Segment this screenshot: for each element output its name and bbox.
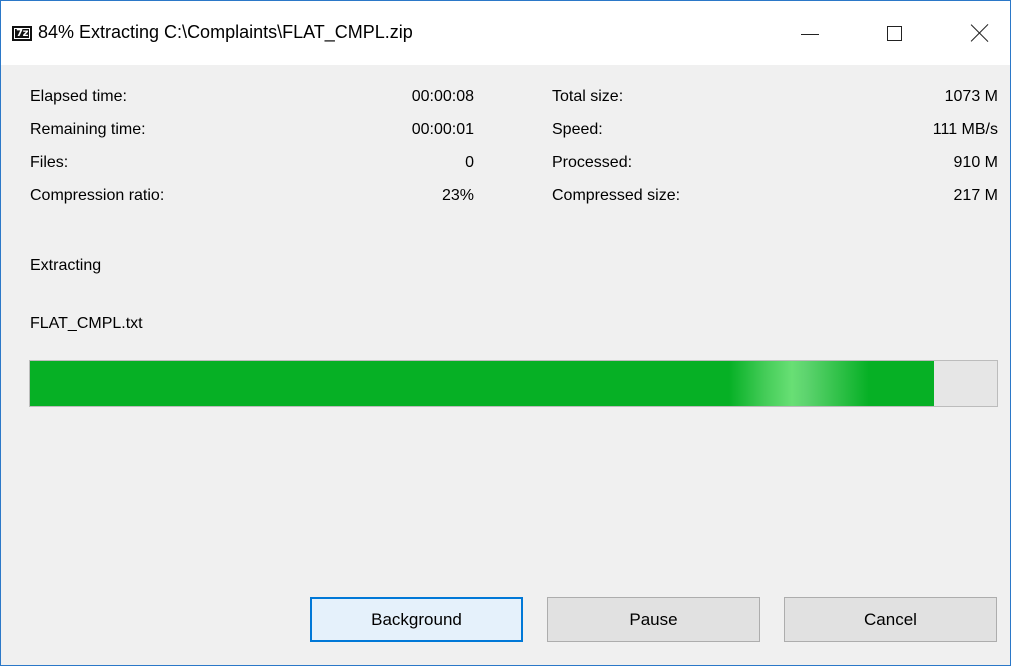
files-label: Files: (30, 154, 69, 171)
minimize-button[interactable] (781, 1, 839, 65)
elapsed-time-value: 00:00:08 (411, 88, 474, 105)
maximize-icon (886, 25, 902, 41)
speed-label: Speed: (552, 121, 603, 138)
operation-status: Extracting (30, 257, 102, 274)
progress-bar-shine (729, 361, 870, 406)
window-title: 84% Extracting C:\Complaints\FLAT_CMPL.z… (38, 22, 413, 42)
files-value: 0 (465, 154, 474, 171)
current-file-name: FLAT_CMPL.txt (30, 315, 143, 332)
close-icon (970, 23, 990, 43)
remaining-time-value: 00:00:01 (411, 121, 474, 138)
background-button[interactable]: Background (310, 597, 523, 642)
compressed-size-label: Compressed size: (552, 187, 681, 204)
total-size-value: 1073 M (944, 88, 998, 105)
total-size-label: Total size: (552, 88, 624, 105)
progress-bar (29, 360, 998, 407)
compressed-size-value: 217 M (953, 187, 998, 204)
cancel-button[interactable]: Cancel (784, 597, 997, 642)
processed-label: Processed: (552, 154, 633, 171)
remaining-time-label: Remaining time: (30, 121, 146, 138)
7z-app-icon-label: 7z (14, 28, 30, 39)
speed-value: 111 MB/s (932, 121, 998, 138)
extraction-progress-window: 7z 84% Extracting C:\Complaints\FLAT_CMP… (0, 0, 1011, 666)
elapsed-time-label: Elapsed time: (30, 88, 127, 105)
processed-value: 910 M (953, 154, 998, 171)
progress-bar-fill (30, 361, 935, 406)
pause-button[interactable]: Pause (547, 597, 760, 642)
close-button[interactable] (951, 1, 1009, 65)
compression-ratio-value: 23% (441, 187, 474, 204)
minimize-icon (801, 33, 819, 35)
maximize-button[interactable] (865, 1, 923, 65)
7z-app-icon[interactable]: 7z (12, 26, 32, 41)
compression-ratio-label: Compression ratio: (30, 187, 165, 204)
title-bar[interactable]: 7z 84% Extracting C:\Complaints\FLAT_CMP… (1, 1, 1010, 65)
